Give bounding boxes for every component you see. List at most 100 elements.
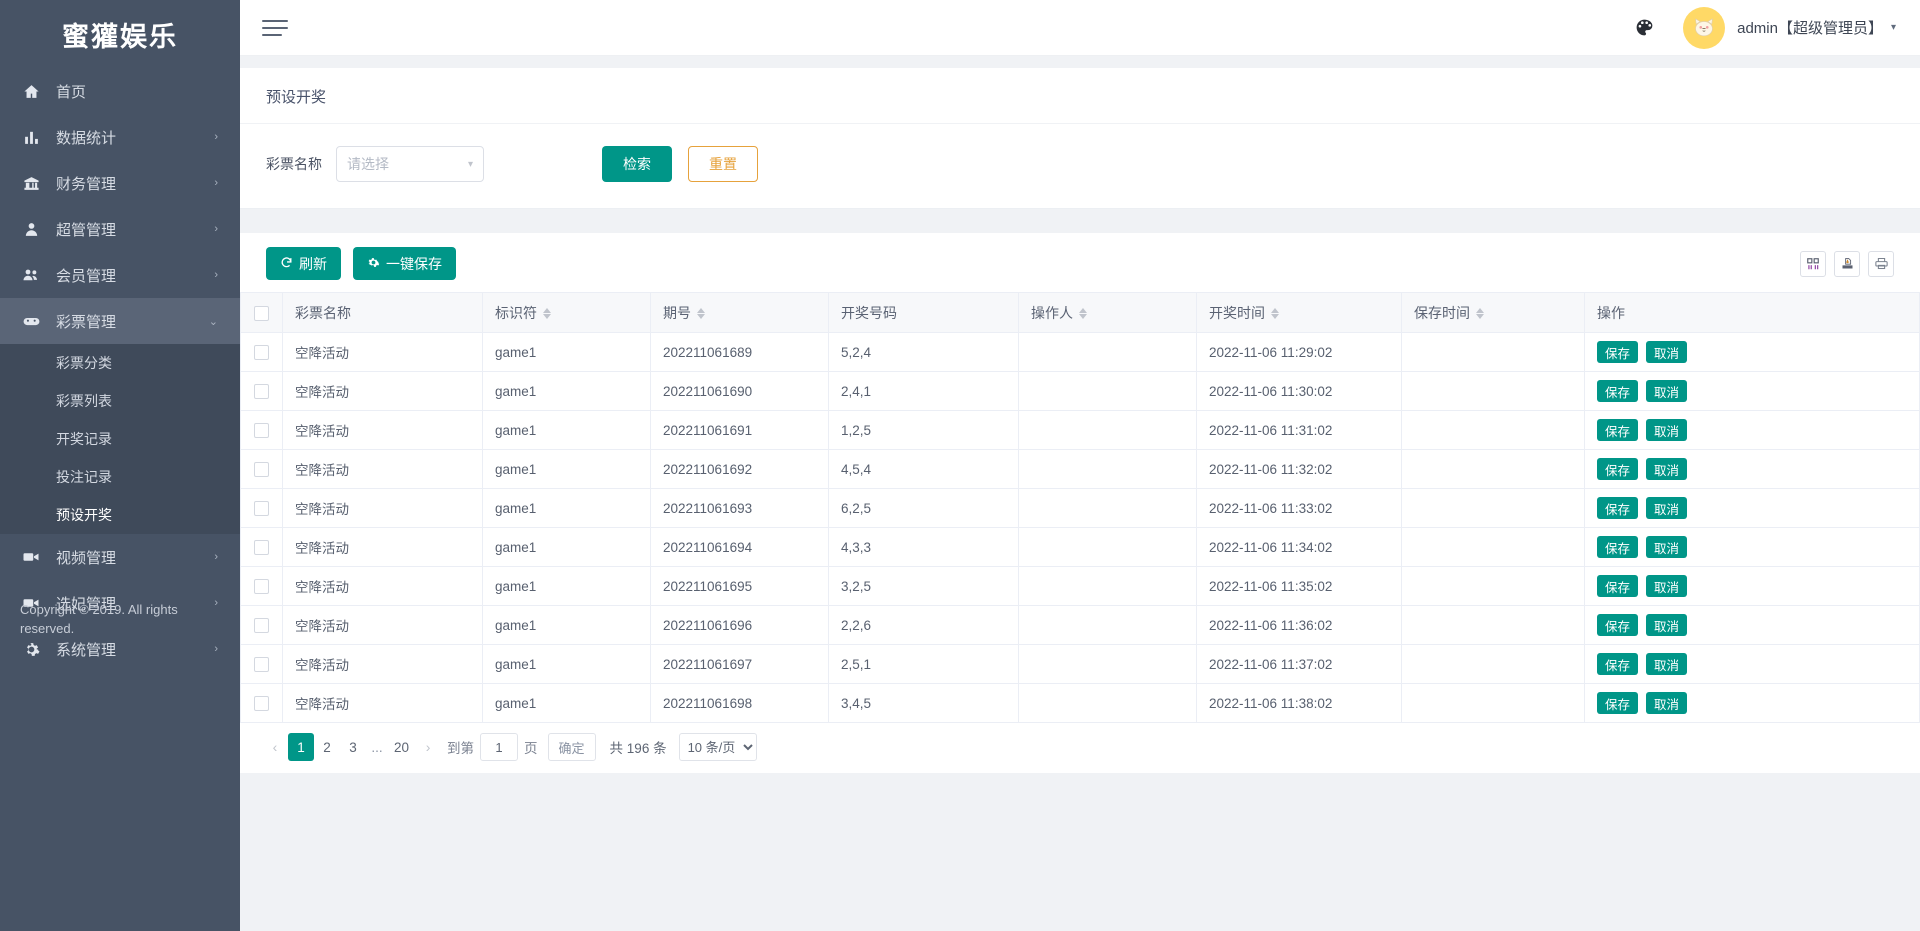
refresh-button[interactable]: 刷新 — [266, 247, 341, 280]
palette-icon[interactable] — [1631, 15, 1657, 41]
row-save-button[interactable]: 保存 — [1597, 419, 1639, 441]
export-icon[interactable] — [1834, 250, 1860, 277]
row-save-button[interactable]: 保存 — [1597, 575, 1639, 597]
chevron-down-icon: ▾ — [467, 158, 473, 170]
sidebar-item-lottery-category[interactable]: 彩票分类 — [0, 344, 240, 382]
sort-icon[interactable] — [1079, 308, 1087, 320]
sidebar-item-home[interactable]: 首页 — [0, 68, 240, 114]
page-button-3[interactable]: 3 — [340, 733, 366, 761]
col-header-draw-time[interactable]: 开奖时间 — [1196, 292, 1402, 333]
row-cancel-button[interactable]: 取消 — [1646, 575, 1688, 597]
sidebar-item-bet-records[interactable]: 投注记录 — [0, 458, 240, 496]
sort-icon[interactable] — [697, 308, 705, 320]
row-cancel-button[interactable]: 取消 — [1646, 419, 1688, 441]
save-all-button[interactable]: 一键保存 — [353, 247, 456, 280]
next-page-button[interactable]: › — [415, 733, 441, 761]
row-checkbox[interactable] — [254, 656, 269, 672]
row-save-button[interactable]: 保存 — [1597, 341, 1639, 363]
sidebar-item-members[interactable]: 会员管理 › — [0, 252, 240, 298]
row-checkbox[interactable] — [254, 695, 269, 711]
cell-actions: 保存 取消 — [1584, 605, 1920, 645]
row-save-button[interactable]: 保存 — [1597, 614, 1639, 636]
page-button-1[interactable]: 1 — [288, 733, 314, 761]
sidebar-item-statistics[interactable]: 数据统计 › — [0, 114, 240, 160]
columns-icon[interactable] — [1800, 250, 1826, 277]
sort-icon[interactable] — [1271, 308, 1279, 320]
row-cancel-button[interactable]: 取消 — [1646, 653, 1688, 675]
row-checkbox[interactable] — [254, 539, 269, 555]
menu-toggle-icon[interactable] — [262, 18, 288, 38]
col-label: 操作人 — [1031, 304, 1073, 321]
print-icon[interactable] — [1868, 250, 1894, 277]
row-checkbox[interactable] — [254, 578, 269, 594]
row-checkbox[interactable] — [254, 422, 269, 438]
row-cancel-button[interactable]: 取消 — [1646, 380, 1688, 402]
row-select-cell — [240, 566, 283, 606]
sidebar-item-finance[interactable]: 财务管理 › — [0, 160, 240, 206]
row-save-button[interactable]: 保存 — [1597, 653, 1639, 675]
search-button[interactable]: 检索 — [602, 146, 672, 182]
sidebar-item-draw-records[interactable]: 开奖记录 — [0, 420, 240, 458]
cell-operator — [1018, 644, 1197, 684]
sort-icon[interactable] — [1476, 308, 1484, 320]
cell-actions: 保存 取消 — [1584, 527, 1920, 567]
col-header-ident[interactable]: 标识符 — [482, 292, 651, 333]
sidebar-item-admin[interactable]: 超管管理 › — [0, 206, 240, 252]
chart-bar-icon — [20, 129, 42, 146]
row-checkbox[interactable] — [254, 383, 269, 399]
cell-operator — [1018, 332, 1197, 372]
cell-draw-time: 2022-11-06 11:37:02 — [1196, 644, 1402, 684]
row-save-button[interactable]: 保存 — [1597, 458, 1639, 480]
sidebar-item-video[interactable]: 视频管理 › — [0, 534, 240, 580]
row-cancel-button[interactable]: 取消 — [1646, 536, 1688, 558]
avatar — [1683, 6, 1726, 49]
row-action-group: 保存 取消 — [1597, 536, 1907, 558]
row-cancel-button[interactable]: 取消 — [1646, 497, 1688, 519]
cell-name: 空降活动 — [282, 605, 483, 645]
col-header-operator[interactable]: 操作人 — [1018, 292, 1197, 333]
cell-period: 202211061695 — [650, 566, 829, 606]
sidebar-subitem-label: 预设开奖 — [56, 507, 112, 523]
page-button-2[interactable]: 2 — [314, 733, 340, 761]
sidebar-item-preset-draw[interactable]: 预设开奖 — [0, 496, 240, 534]
row-checkbox[interactable] — [254, 617, 269, 633]
select-all-header — [240, 292, 283, 333]
app-root: 蜜獾娱乐 首页 数据统计 › 财务管理 › 超管管理 › 会员管理 › 彩票管理… — [0, 0, 1920, 931]
users-icon — [20, 266, 42, 284]
cell-draw-time: 2022-11-06 11:30:02 — [1196, 371, 1402, 411]
row-cancel-button[interactable]: 取消 — [1646, 341, 1688, 363]
row-checkbox[interactable] — [254, 344, 269, 360]
select-all-checkbox[interactable] — [254, 305, 269, 321]
goto-confirm-button[interactable]: 确定 — [547, 733, 596, 761]
row-checkbox[interactable] — [254, 500, 269, 516]
row-save-button[interactable]: 保存 — [1597, 497, 1639, 519]
row-cancel-button[interactable]: 取消 — [1646, 614, 1688, 636]
row-save-button[interactable]: 保存 — [1597, 692, 1639, 714]
sidebar-item-lottery[interactable]: 彩票管理 ⌄ — [0, 298, 240, 344]
cell-ident: game1 — [482, 566, 651, 606]
sidebar-item-lottery-list[interactable]: 彩票列表 — [0, 382, 240, 420]
row-save-button[interactable]: 保存 — [1597, 380, 1639, 402]
chevron-down-icon: ⌄ — [208, 315, 218, 328]
cell-name: 空降活动 — [282, 488, 483, 528]
user-menu[interactable]: admin【超级管理员】 ▾ — [1683, 6, 1896, 49]
row-cancel-button[interactable]: 取消 — [1646, 692, 1688, 714]
row-save-button[interactable]: 保存 — [1597, 536, 1639, 558]
sidebar: 蜜獾娱乐 首页 数据统计 › 财务管理 › 超管管理 › 会员管理 › 彩票管理… — [0, 0, 240, 931]
table-row: 空降活动 game1 202211061691 1,2,5 2022-11-06 11:… — [240, 410, 1920, 450]
home-icon — [20, 83, 42, 100]
cell-operator — [1018, 371, 1197, 411]
page-button-last[interactable]: 20 — [388, 733, 415, 761]
cell-numbers: 5,2,4 — [828, 332, 1019, 372]
lottery-name-select[interactable]: 请选择 ▾ — [336, 146, 484, 182]
sort-icon[interactable] — [543, 308, 551, 320]
col-header-save-time[interactable]: 保存时间 — [1401, 292, 1585, 333]
prev-page-button[interactable]: ‹ — [262, 733, 288, 761]
row-cancel-button[interactable]: 取消 — [1646, 458, 1688, 480]
row-checkbox[interactable] — [254, 461, 269, 477]
goto-page-input[interactable] — [480, 733, 519, 761]
reset-button[interactable]: 重置 — [688, 146, 758, 182]
page-size-select[interactable]: 10 条/页 — [678, 733, 757, 761]
col-header-period[interactable]: 期号 — [650, 292, 829, 333]
row-action-group: 保存 取消 — [1597, 458, 1907, 480]
